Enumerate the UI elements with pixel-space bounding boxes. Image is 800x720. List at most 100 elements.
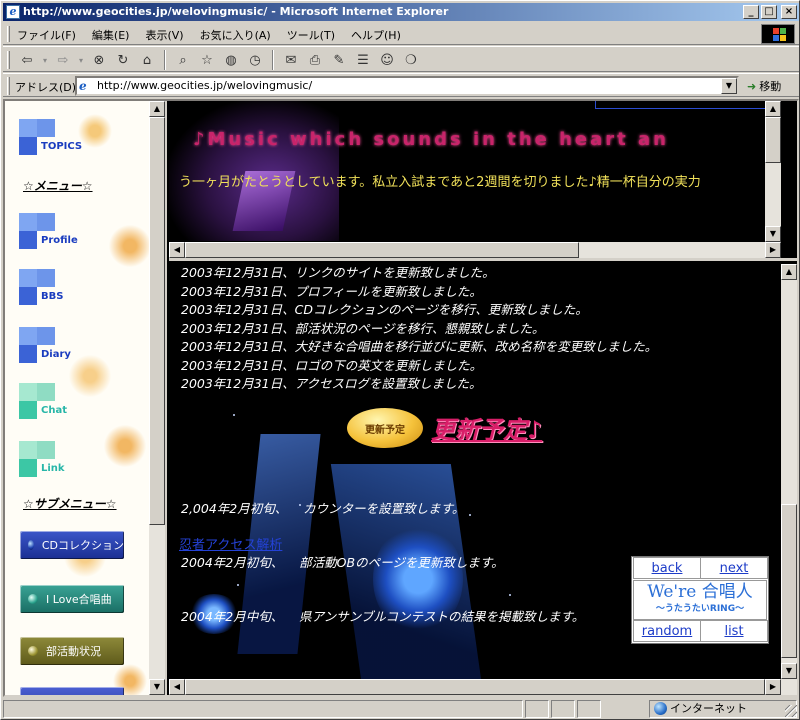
addressbar-grip[interactable]	[7, 77, 10, 95]
print-icon[interactable]: ⎙	[305, 50, 325, 70]
ninja-access-link[interactable]: 忍者アクセス解析	[179, 534, 282, 553]
planned-item: 2,004年2月初旬、 カウンターを設置致します。	[181, 501, 465, 516]
refresh-icon[interactable]: ↻	[113, 50, 133, 70]
menu-help[interactable]: ヘルプ(H)	[351, 27, 401, 43]
menu-favorites[interactable]: お気に入り(A)	[200, 27, 271, 43]
logo-box-decoration	[595, 101, 779, 109]
home-icon[interactable]: ⌂	[137, 50, 157, 70]
ring-list-link[interactable]: list	[700, 620, 768, 642]
standard-toolbar: ⇦ ▾ ⇨ ▾ ⊗ ↻ ⌂ ⌕ ☆ ◍ ◷ ✉ ⎙ ✎ ☰ ☺ ❍	[3, 46, 799, 72]
browser-window: e http://www.geocities.jp/welovingmusic/…	[0, 0, 800, 720]
main-frame: 2003年12月31日、リンクのサイトを更新致しました。 2003年12月31日…	[169, 264, 797, 695]
ring-logo[interactable]: We're 合唱人 〜うたうたいRING〜	[633, 580, 767, 620]
forward-icon[interactable]: ⇨	[53, 50, 73, 70]
media-icon[interactable]: ◍	[221, 50, 241, 70]
scroll-thumb[interactable]	[185, 679, 765, 695]
scroll-up-button[interactable]: ▲	[149, 101, 165, 117]
ring-logo-main: We're 合唱人	[647, 582, 753, 602]
go-button[interactable]: ➜ 移動	[747, 78, 781, 94]
sidebar-item-chat[interactable]: Chat	[19, 383, 67, 419]
planned-item: 2004年2月初旬、 部活動OBのページを更新致します。	[181, 555, 504, 570]
edit-icon[interactable]: ✎	[329, 50, 349, 70]
favorites-icon[interactable]: ☆	[197, 50, 217, 70]
scroll-right-button[interactable]: ▶	[765, 679, 781, 695]
sidebar-item-diary[interactable]: Diary	[19, 327, 71, 363]
main-frame-hscrollbar[interactable]: ◀ ▶	[169, 679, 797, 695]
ring-next-link[interactable]: next	[700, 557, 768, 579]
status-secure-cell	[551, 700, 575, 718]
flower-decoration	[100, 421, 150, 471]
mail-icon[interactable]: ✉	[281, 50, 301, 70]
back-icon[interactable]: ⇦	[17, 50, 37, 70]
menu-file[interactable]: ファイル(F)	[17, 27, 76, 43]
scroll-down-button[interactable]: ▼	[765, 226, 781, 242]
top-frame-hscrollbar[interactable]: ◀ ▶	[169, 242, 781, 258]
ring-logo-sub: 〜うたうたいRING〜	[655, 604, 745, 614]
status-text-cell	[3, 700, 523, 718]
messenger-icon[interactable]: ☺	[377, 50, 397, 70]
news-item: 2003年12月31日、部活状況のページを移行、懇親致しました。	[181, 320, 545, 336]
scroll-down-button[interactable]: ▼	[781, 663, 797, 679]
sidebar-item-label: Chat	[41, 405, 67, 416]
globe-icon	[654, 702, 667, 715]
sidebar-item-topics[interactable]: TOPICS	[19, 119, 82, 155]
scroll-thumb[interactable]	[185, 242, 579, 258]
club-status-button[interactable]: 部活動状況	[20, 637, 124, 665]
back-dropdown-icon[interactable]: ▾	[41, 50, 49, 70]
sidebar-item-link[interactable]: Link	[19, 441, 65, 477]
discuss-icon[interactable]: ☰	[353, 50, 373, 70]
go-label: 移動	[759, 80, 782, 93]
left-frame-scrollbar[interactable]: ▲ ▼	[149, 101, 165, 695]
flower-decoration	[65, 351, 115, 401]
scroll-left-button[interactable]: ◀	[169, 242, 185, 258]
main-frame-vscrollbar[interactable]: ▲ ▼	[781, 264, 797, 679]
history-icon[interactable]: ◷	[245, 50, 265, 70]
menu-view[interactable]: 表示(V)	[145, 27, 183, 43]
ie-logo-icon: e	[6, 5, 20, 19]
toolbar-separator	[164, 50, 166, 70]
star-decoration	[233, 414, 235, 416]
title-bar[interactable]: e http://www.geocities.jp/welovingmusic/…	[3, 3, 799, 21]
address-input[interactable]: e http://www.geocities.jp/welovingmusic/…	[75, 76, 739, 96]
ring-back-link[interactable]: back	[633, 557, 701, 579]
sidebar-item-label: Diary	[41, 349, 71, 360]
address-dropdown-button[interactable]: ▼	[721, 78, 737, 94]
menu-tools[interactable]: ツール(T)	[287, 27, 335, 43]
cd-collection-label: CDコレクション	[41, 539, 124, 552]
scroll-right-button[interactable]: ▶	[765, 242, 781, 258]
menubar-grip[interactable]	[7, 26, 10, 42]
scroll-thumb[interactable]	[149, 117, 165, 525]
i-love-chorus-label: I Love合唱曲	[46, 593, 112, 606]
next-menu-button[interactable]	[20, 687, 124, 695]
search-icon[interactable]: ⌕	[173, 50, 193, 70]
scroll-up-button[interactable]: ▲	[765, 101, 781, 117]
sidebar-item-bbs[interactable]: BBS	[19, 269, 63, 305]
toolbar-grip[interactable]	[7, 51, 10, 69]
address-label: アドレス(D)	[15, 81, 77, 94]
research-icon[interactable]: ❍	[401, 50, 421, 70]
forward-dropdown-icon[interactable]: ▾	[77, 50, 85, 70]
scroll-left-button[interactable]: ◀	[169, 679, 185, 695]
stop-icon[interactable]: ⊗	[89, 50, 109, 70]
cd-collection-button[interactable]: CDコレクション	[20, 531, 124, 559]
status-zone: インターネット	[670, 702, 747, 715]
menu-edit[interactable]: 編集(E)	[92, 27, 130, 43]
minimize-button[interactable]: _	[743, 5, 759, 19]
resize-grip[interactable]	[785, 705, 797, 717]
top-frame-vscrollbar[interactable]: ▲ ▼	[765, 101, 781, 242]
maximize-button[interactable]: □	[761, 5, 777, 19]
news-item: 2003年12月31日、プロフィールを更新致しました。	[181, 283, 482, 299]
news-item: 2003年12月31日、大好きな合唱曲を移行並びに更新、改め名称を変更致しました…	[181, 339, 658, 354]
status-bar: インターネット	[3, 699, 799, 719]
i-love-chorus-button[interactable]: I Love合唱曲	[20, 585, 124, 613]
scroll-up-button[interactable]: ▲	[781, 264, 797, 280]
close-button[interactable]: ×	[781, 5, 797, 19]
scroll-thumb[interactable]	[781, 504, 797, 658]
scroll-thumb[interactable]	[765, 117, 781, 163]
news-list: 2003年12月31日、リンクのサイトを更新致しました。 2003年12月31日…	[181, 264, 657, 394]
scroll-down-button[interactable]: ▼	[149, 679, 165, 695]
club-status-label: 部活動状況	[46, 645, 101, 658]
sidebar-item-profile[interactable]: Profile	[19, 213, 78, 249]
orb-icon	[28, 646, 38, 656]
ring-random-link[interactable]: random	[633, 620, 701, 642]
